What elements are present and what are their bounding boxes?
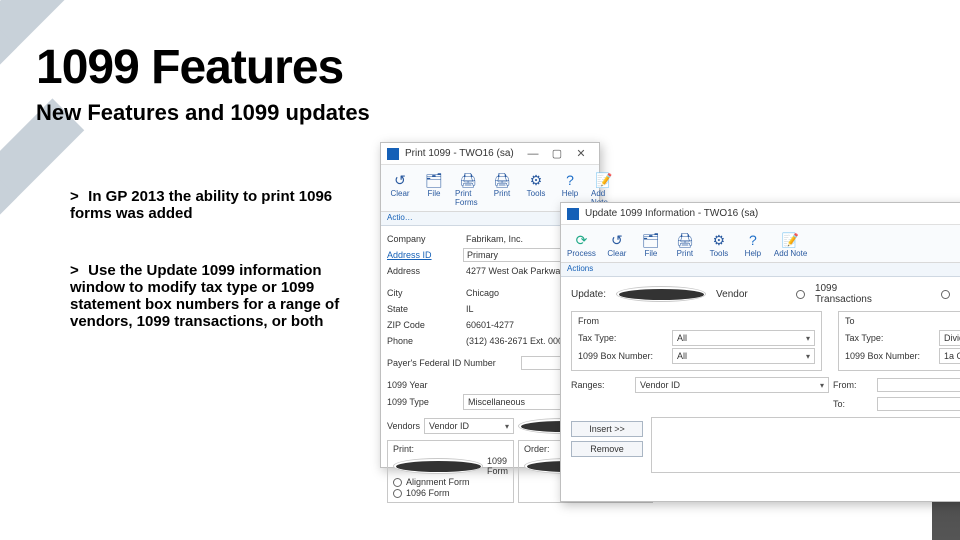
print-window-title: Print 1099 - TWO16 (sa) [405,148,514,159]
from-box-label: 1099 Box Number: [578,351,668,361]
bullet-1: > In GP 2013 the ability to print 1096 f… [70,188,360,222]
to-panel: To Tax Type: Dividend▾ 1099 Box Number: … [838,311,960,371]
print-button[interactable]: 🖨Print [670,229,700,260]
chevron-down-icon: ▾ [806,352,810,361]
type-label: 1099 Type [387,397,459,407]
to-taxtype-label: Tax Type: [845,333,935,343]
undo-icon: ↺ [608,231,626,249]
restrictions-listbox[interactable] [651,417,960,473]
file-button[interactable]: 🗂File [419,169,449,209]
vendors-select[interactable]: Vendor ID▾ [424,418,514,434]
print-forms-button[interactable]: 🖨Print Forms [453,169,483,209]
print-1096-radio[interactable] [393,489,402,498]
process-icon: ⟳ [572,231,590,249]
gear-icon: ⚙ [527,171,545,189]
clear-button[interactable]: ↺Clear [602,229,632,260]
gear-icon: ⚙ [710,231,728,249]
minimize-button[interactable]: — [521,145,545,163]
bullet-2: > Use the Update 1099 information window… [70,262,360,330]
to-title: To [845,316,960,326]
undo-icon: ↺ [391,171,409,189]
update-transactions-radio[interactable] [796,290,805,299]
print-1099-radio[interactable] [393,458,483,474]
vendors-label: Vendors [387,421,420,431]
note-icon: 📝 [782,231,800,249]
from-box-select[interactable]: All▾ [672,348,815,364]
help-button[interactable]: ?Help [738,229,768,260]
update-titlebar[interactable]: Update 1099 Information - TWO16 (sa) — ▢… [561,203,960,225]
chevron-down-icon: ▾ [820,381,824,390]
process-button[interactable]: ⟳Process [565,229,598,260]
from-taxtype-label: Tax Type: [578,333,668,343]
insert-button[interactable]: Insert >> [571,421,643,437]
bullet-2-text: Use the Update 1099 information window t… [70,262,339,330]
city-label: City [387,288,459,298]
help-icon: ? [744,231,762,249]
ranges-from-input[interactable] [877,378,960,392]
update-window-title: Update 1099 Information - TWO16 (sa) [585,208,758,219]
printer-icon: 🖨 [676,231,694,249]
tools-button[interactable]: ⚙Tools [521,169,551,209]
update-choice-row: Update: Vendor 1099 Transactions Vendor … [571,283,960,305]
slide-subtitle: New Features and 1099 updates [36,100,370,126]
to-box-label: 1099 Box Number: [845,351,935,361]
tools-button[interactable]: ⚙Tools [704,229,734,260]
to-box-select[interactable]: 1a Ordinary Dividends▾ [939,348,960,364]
zip-label: ZIP Code [387,320,459,330]
add-note-button[interactable]: 📝Add Note [772,229,809,260]
file-button[interactable]: 🗂File [636,229,666,260]
phone-label: Phone [387,336,459,346]
bullet-marker: > [70,188,84,205]
bullet-1-text: In GP 2013 the ability to print 1096 for… [70,188,332,222]
ranges-field-select[interactable]: Vendor ID▾ [635,377,829,393]
chevron-down-icon: ▾ [806,334,810,343]
file-icon: 🗂 [425,171,443,189]
ranges-from-label: From: [833,380,873,390]
ranges-to-input[interactable] [877,397,960,411]
remove-button[interactable]: Remove [571,441,643,457]
update-vendor-radio[interactable] [616,286,706,302]
print-alignment-radio[interactable] [393,478,402,487]
close-button[interactable]: ✕ [569,145,593,163]
maximize-button[interactable]: ▢ [545,145,569,163]
ranges-to-label: To: [833,399,873,409]
ranges-row: Ranges: Vendor ID▾ From: 🔍 To: 🔍 [571,377,960,411]
bullet-marker: > [70,262,84,279]
clear-button[interactable]: ↺Clear [385,169,415,209]
update-both-radio[interactable] [941,290,950,299]
printer-icon: 🖨 [459,171,477,189]
year-label: 1099 Year [387,380,459,390]
print-fieldset: Print: 1099 Form Alignment Form 1096 For… [387,440,514,503]
update-1099-window: Update 1099 Information - TWO16 (sa) — ▢… [560,202,960,502]
update-toolbar: ⟳Process ↺Clear 🗂File 🖨Print ⚙Tools ?Hel… [561,225,960,263]
ranges-label: Ranges: [571,380,631,390]
printer-icon: 🖨 [493,171,511,189]
chevron-down-icon: ▾ [505,422,509,431]
from-title: From [578,316,815,326]
addressid-label[interactable]: Address ID [387,250,459,260]
address-label: Address [387,266,459,276]
print-fieldset-title: Print: [393,444,508,454]
print-titlebar[interactable]: Print 1099 - TWO16 (sa) — ▢ ✕ [381,143,599,165]
company-label: Company [387,234,459,244]
update-label: Update: [571,289,606,300]
toolbar-section-label: Actions [561,263,960,277]
from-taxtype-select[interactable]: All▾ [672,330,815,346]
to-taxtype-select[interactable]: Dividend▾ [939,330,960,346]
state-label: State [387,304,459,314]
app-icon [567,208,579,220]
slide-title: 1099 Features [36,40,343,95]
file-icon: 🗂 [642,231,660,249]
help-icon: ? [561,171,579,189]
bullet-list: > In GP 2013 the ability to print 1096 f… [70,188,360,370]
app-icon [387,148,399,160]
from-panel: From Tax Type: All▾ 1099 Box Number: All… [571,311,822,371]
print-button[interactable]: 🖨Print [487,169,517,209]
payerfid-label: Payer's Federal ID Number [387,358,517,368]
note-icon: 📝 [595,171,613,189]
